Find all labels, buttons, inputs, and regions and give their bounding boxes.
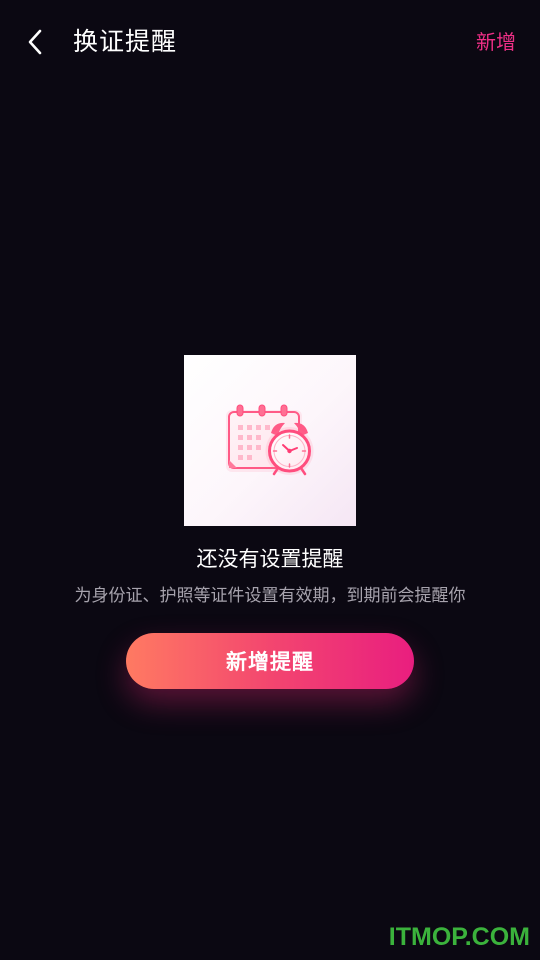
chevron-left-icon (28, 29, 42, 55)
page-title: 换证提醒 (73, 27, 178, 56)
empty-state-title: 还没有设置提醒 (196, 547, 344, 571)
empty-state-description: 为身份证、护照等证件设置有效期，到期前会提醒你 (74, 586, 466, 606)
back-button[interactable] (18, 22, 54, 62)
empty-state-illustration (184, 355, 356, 526)
calendar-alarm-clock-illustration (226, 404, 314, 476)
add-button[interactable]: 新增 (476, 28, 516, 56)
add-reminder-button[interactable]: 新增提醒 (126, 633, 414, 689)
top-bar: 换证提醒 新增 (0, 0, 540, 84)
watermark-text: ITMOP.COM (388, 923, 530, 951)
